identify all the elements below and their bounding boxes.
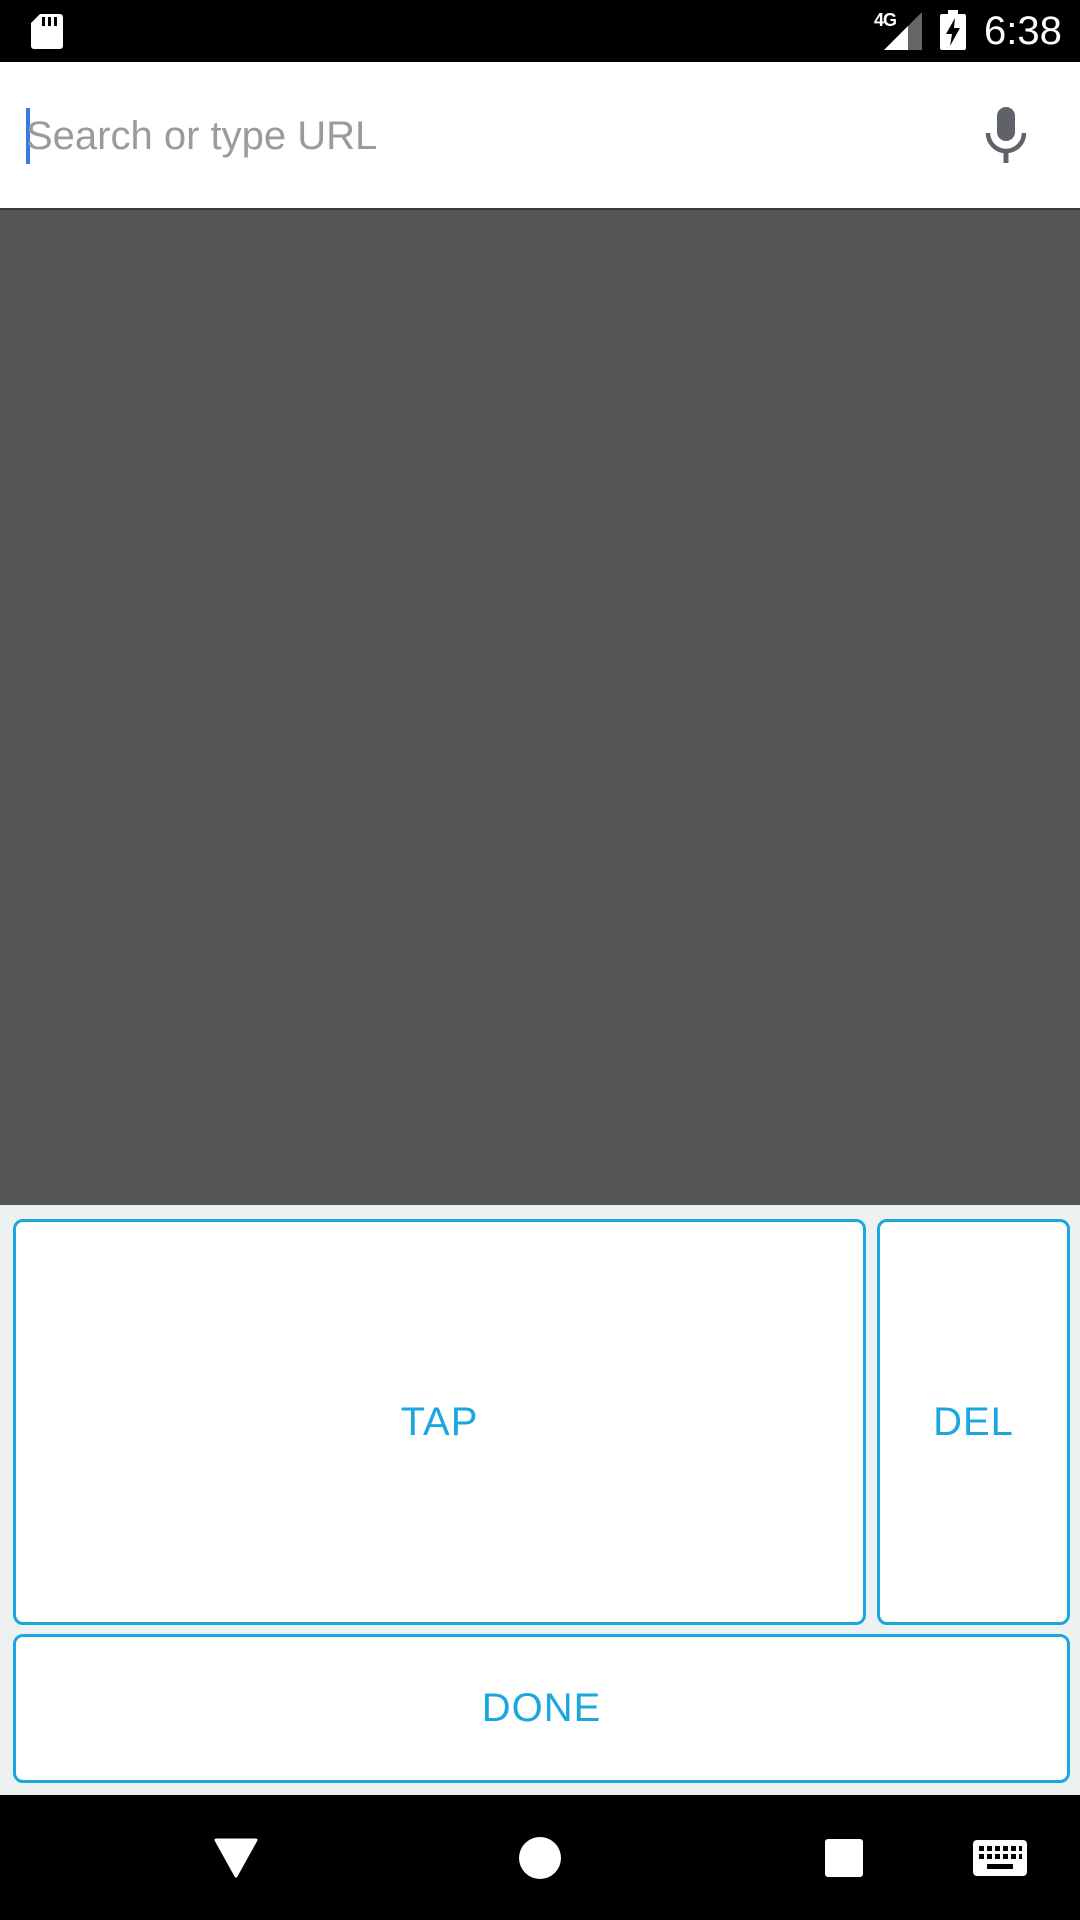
navigation-bar <box>0 1795 1080 1920</box>
keyboard-icon <box>973 1839 1027 1876</box>
done-button[interactable]: DONE <box>13 1634 1070 1783</box>
recents-icon <box>825 1838 863 1877</box>
status-bar: 4G 6:38 <box>0 0 1080 62</box>
web-content-area[interactable] <box>0 210 1080 1205</box>
home-icon <box>519 1836 561 1879</box>
battery-charging-icon <box>940 10 966 50</box>
mic-button[interactable] <box>976 102 1036 170</box>
tap-button-label: TAP <box>400 1399 479 1444</box>
recents-button[interactable] <box>804 1795 884 1920</box>
network-type-label: 4G <box>874 10 897 30</box>
tap-button[interactable]: TAP <box>13 1219 866 1625</box>
address-bar <box>0 62 1080 210</box>
delete-button[interactable]: DEL <box>877 1219 1070 1625</box>
sd-card-icon <box>31 14 63 49</box>
clock: 6:38 <box>984 9 1062 53</box>
screen: 4G 6:38 TAP DEL DONE <box>0 0 1080 1920</box>
done-button-label: DONE <box>481 1686 602 1730</box>
keypad-panel: TAP DEL DONE <box>0 1205 1080 1795</box>
back-icon <box>214 1838 258 1877</box>
microphone-icon <box>985 107 1027 163</box>
back-button[interactable] <box>196 1795 276 1920</box>
keyboard-switch-button[interactable] <box>960 1795 1040 1920</box>
delete-button-label: DEL <box>933 1399 1014 1444</box>
home-button[interactable] <box>500 1795 580 1920</box>
url-input[interactable] <box>26 98 926 174</box>
